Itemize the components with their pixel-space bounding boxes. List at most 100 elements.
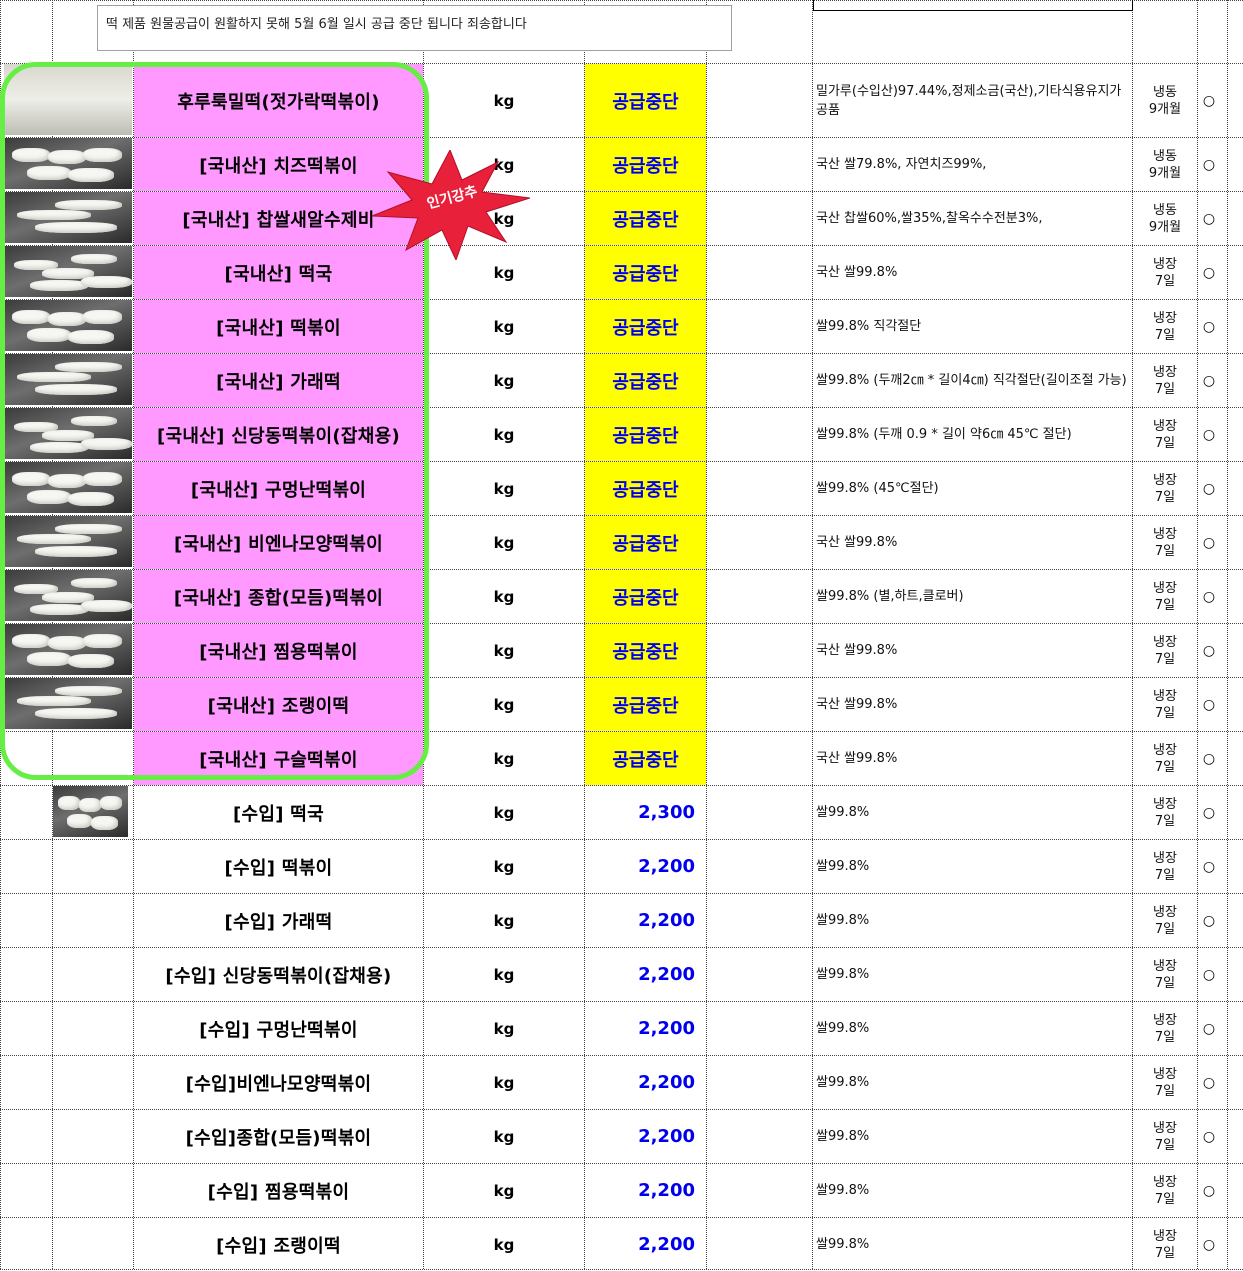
product-name-cell[interactable]: [수입] 가래떡: [134, 894, 423, 947]
ingredients-cell[interactable]: 국산 쌀99.8%: [816, 678, 1131, 731]
supply-notice-textbox[interactable]: 떡 제품 원물공급이 원활하지 못해 5월 6월 일시 공급 중단 됩니다 죄송…: [97, 5, 732, 51]
supply-suspended-cell[interactable]: 공급중단: [585, 516, 706, 569]
availability-mark-icon[interactable]: ○: [1198, 1110, 1220, 1163]
unit-cell[interactable]: kg: [424, 1218, 584, 1271]
unit-cell[interactable]: kg: [424, 732, 584, 785]
supply-suspended-cell[interactable]: 공급중단: [585, 354, 706, 407]
supply-suspended-cell[interactable]: 공급중단: [585, 732, 706, 785]
availability-mark-icon[interactable]: ○: [1198, 192, 1220, 245]
ingredients-cell[interactable]: 국산 쌀99.8%: [816, 732, 1131, 785]
storage-cell[interactable]: 냉장 7일: [1134, 408, 1196, 461]
availability-mark-icon[interactable]: ○: [1198, 1002, 1220, 1055]
storage-cell[interactable]: 냉장 7일: [1134, 948, 1196, 1001]
unit-cell[interactable]: kg: [424, 894, 584, 947]
storage-cell[interactable]: 냉장 7일: [1134, 516, 1196, 569]
unit-cell[interactable]: kg: [424, 786, 584, 839]
supply-suspended-cell[interactable]: 공급중단: [585, 300, 706, 353]
storage-cell[interactable]: 냉장 7일: [1134, 732, 1196, 785]
availability-mark-icon[interactable]: ○: [1198, 840, 1220, 893]
ingredients-cell[interactable]: 쌀99.8%: [816, 840, 1131, 893]
product-name-cell[interactable]: [수입] 구멍난떡볶이: [134, 1002, 423, 1055]
price-cell[interactable]: 2,200: [585, 840, 706, 893]
product-name-cell[interactable]: [수입]종합(모듬)떡볶이: [134, 1110, 423, 1163]
unit-cell[interactable]: kg: [424, 300, 584, 353]
availability-mark-icon[interactable]: ○: [1198, 786, 1220, 839]
storage-cell[interactable]: 냉동 9개월: [1134, 64, 1196, 137]
availability-mark-icon[interactable]: ○: [1198, 246, 1220, 299]
storage-cell[interactable]: 냉장 7일: [1134, 1002, 1196, 1055]
ingredients-cell[interactable]: 국산 쌀99.8%: [816, 246, 1131, 299]
ingredients-cell[interactable]: 밀가루(수입산)97.44%,정제소금(국산),기타식용유지가공품: [816, 64, 1131, 137]
product-name-cell[interactable]: [수입] 조랭이떡: [134, 1218, 423, 1271]
availability-mark-icon[interactable]: ○: [1198, 354, 1220, 407]
unit-cell[interactable]: kg: [424, 64, 584, 137]
ingredients-cell[interactable]: 쌀99.8% (별,하트,클로버): [816, 570, 1131, 623]
ingredients-cell[interactable]: 쌀99.8%: [816, 1164, 1131, 1217]
price-cell[interactable]: 2,200: [585, 948, 706, 1001]
rice-cake-photo-icon[interactable]: [53, 786, 128, 837]
supply-suspended-cell[interactable]: 공급중단: [585, 408, 706, 461]
availability-mark-icon[interactable]: ○: [1198, 678, 1220, 731]
storage-cell[interactable]: 냉동 9개월: [1134, 138, 1196, 191]
unit-cell[interactable]: kg: [424, 1110, 584, 1163]
product-name-cell[interactable]: [수입] 떡국: [134, 786, 423, 839]
ingredients-cell[interactable]: 국산 찹쌀60%,쌀35%,찰옥수수전분3%,: [816, 192, 1131, 245]
ingredients-cell[interactable]: 국산 쌀99.8%: [816, 624, 1131, 677]
ingredients-cell[interactable]: 쌀99.8% (45℃절단): [816, 462, 1131, 515]
storage-cell[interactable]: 냉동 9개월: [1134, 192, 1196, 245]
supply-suspended-cell[interactable]: 공급중단: [585, 64, 706, 137]
ingredients-cell[interactable]: 쌀99.8%: [816, 894, 1131, 947]
unit-cell[interactable]: kg: [424, 678, 584, 731]
availability-mark-icon[interactable]: ○: [1198, 1056, 1220, 1109]
unit-cell[interactable]: kg: [424, 354, 584, 407]
availability-mark-icon[interactable]: ○: [1198, 1218, 1220, 1271]
storage-cell[interactable]: 냉장 7일: [1134, 840, 1196, 893]
availability-mark-icon[interactable]: ○: [1198, 894, 1220, 947]
ingredients-cell[interactable]: 국산 쌀99.8%: [816, 516, 1131, 569]
ingredients-cell[interactable]: 국산 쌀79.8%, 자연치즈99%,: [816, 138, 1131, 191]
storage-cell[interactable]: 냉장 7일: [1134, 1164, 1196, 1217]
price-cell[interactable]: 2,200: [585, 894, 706, 947]
storage-cell[interactable]: 냉장 7일: [1134, 1110, 1196, 1163]
availability-mark-icon[interactable]: ○: [1198, 732, 1220, 785]
ingredients-cell[interactable]: 쌀99.8%: [816, 1056, 1131, 1109]
product-name-cell[interactable]: [수입]비엔나모양떡볶이: [134, 1056, 423, 1109]
ingredients-cell[interactable]: 쌀99.8%: [816, 1110, 1131, 1163]
availability-mark-icon[interactable]: ○: [1198, 462, 1220, 515]
ingredients-cell[interactable]: 쌀99.8%: [816, 786, 1131, 839]
unit-cell[interactable]: kg: [424, 624, 584, 677]
storage-cell[interactable]: 냉장 7일: [1134, 1218, 1196, 1271]
availability-mark-icon[interactable]: ○: [1198, 570, 1220, 623]
storage-cell[interactable]: 냉장 7일: [1134, 570, 1196, 623]
storage-cell[interactable]: 냉장 7일: [1134, 786, 1196, 839]
unit-cell[interactable]: kg: [424, 408, 584, 461]
unit-cell[interactable]: kg: [424, 840, 584, 893]
price-cell[interactable]: 2,200: [585, 1218, 706, 1271]
supply-suspended-cell[interactable]: 공급중단: [585, 462, 706, 515]
availability-mark-icon[interactable]: ○: [1198, 138, 1220, 191]
supply-suspended-cell[interactable]: 공급중단: [585, 192, 706, 245]
supply-suspended-cell[interactable]: 공급중단: [585, 246, 706, 299]
supply-suspended-cell[interactable]: 공급중단: [585, 570, 706, 623]
storage-cell[interactable]: 냉장 7일: [1134, 462, 1196, 515]
storage-cell[interactable]: 냉장 7일: [1134, 624, 1196, 677]
ingredients-cell[interactable]: 쌀99.8%: [816, 948, 1131, 1001]
price-cell[interactable]: 2,200: [585, 1002, 706, 1055]
unit-cell[interactable]: kg: [424, 948, 584, 1001]
unit-cell[interactable]: kg: [424, 1164, 584, 1217]
product-name-cell[interactable]: [수입] 찜용떡볶이: [134, 1164, 423, 1217]
ingredients-cell[interactable]: 쌀99.8% (두깨2㎝ * 길이4㎝) 직각절단(길이조절 가능): [816, 354, 1131, 407]
availability-mark-icon[interactable]: ○: [1198, 516, 1220, 569]
unit-cell[interactable]: kg: [424, 570, 584, 623]
price-cell[interactable]: 2,200: [585, 1110, 706, 1163]
storage-cell[interactable]: 냉장 7일: [1134, 354, 1196, 407]
supply-suspended-cell[interactable]: 공급중단: [585, 624, 706, 677]
product-name-cell[interactable]: [수입] 신당동떡볶이(잡채용): [134, 948, 423, 1001]
storage-cell[interactable]: 냉장 7일: [1134, 678, 1196, 731]
unit-cell[interactable]: kg: [424, 516, 584, 569]
unit-cell[interactable]: kg: [424, 462, 584, 515]
price-cell[interactable]: 2,200: [585, 1164, 706, 1217]
availability-mark-icon[interactable]: ○: [1198, 948, 1220, 1001]
ingredients-cell[interactable]: 쌀99.8% (두깨 0.9 * 길이 약6㎝ 45℃ 절단): [816, 408, 1131, 461]
price-cell[interactable]: 2,300: [585, 786, 706, 839]
